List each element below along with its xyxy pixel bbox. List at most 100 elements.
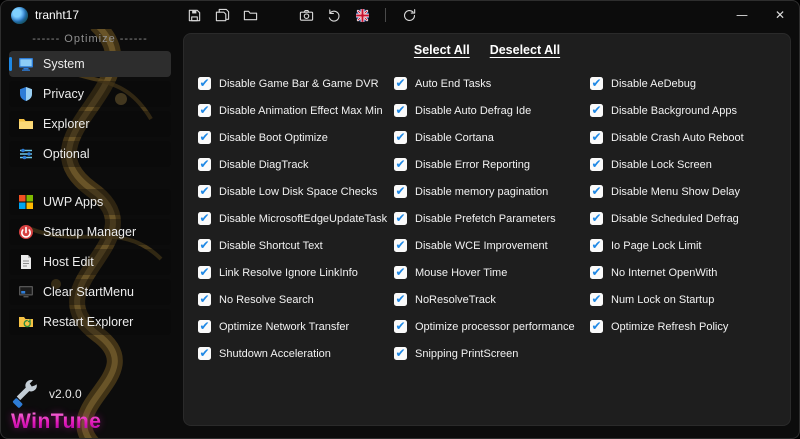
sidebar-item-explorer[interactable]: Explorer xyxy=(9,111,171,137)
checkbox-checked-icon[interactable]: ✔ xyxy=(590,320,603,333)
tweak-item[interactable]: ✔ Num Lock on Startup xyxy=(590,293,790,306)
checkbox-checked-icon[interactable]: ✔ xyxy=(198,77,211,90)
tweak-item[interactable]: ✔ Optimize processor performance xyxy=(394,320,590,333)
tweak-item[interactable]: ✔ Disable DiagTrack xyxy=(198,158,394,171)
tweak-item[interactable]: ✔ Disable Auto Defrag Ide xyxy=(394,104,590,117)
sidebar-item-startup-manager[interactable]: Startup Manager xyxy=(9,219,171,245)
checkbox-checked-icon[interactable]: ✔ xyxy=(394,131,407,144)
sidebar-item-host-edit[interactable]: Host Edit xyxy=(9,249,171,275)
checkbox-checked-icon[interactable]: ✔ xyxy=(394,266,407,279)
tweak-item[interactable]: ✔ Disable Error Reporting xyxy=(394,158,590,171)
startup-icon xyxy=(18,224,34,240)
deselect-all-link[interactable]: Deselect All xyxy=(490,43,560,57)
tweak-item[interactable]: ✔ Auto End Tasks xyxy=(394,77,590,90)
minimize-button[interactable]: — xyxy=(723,1,761,29)
tweak-item[interactable]: ✔ Disable memory pagination xyxy=(394,185,590,198)
tools-icon xyxy=(11,379,41,409)
tweak-label: Disable Crash Auto Reboot xyxy=(611,131,744,144)
checkbox-checked-icon[interactable]: ✔ xyxy=(590,131,603,144)
tweak-item[interactable]: ✔ Disable Low Disk Space Checks xyxy=(198,185,394,198)
sidebar-item-clear-startmenu[interactable]: Clear StartMenu xyxy=(9,279,171,305)
tweak-item[interactable]: ✔ Mouse Hover Time xyxy=(394,266,590,279)
checkbox-checked-icon[interactable]: ✔ xyxy=(590,77,603,90)
tweak-item[interactable]: ✔ Disable Crash Auto Reboot xyxy=(590,131,790,144)
tweak-item[interactable]: ✔ Shutdown Acceleration xyxy=(198,347,394,360)
tweak-item[interactable]: ✔ Disable Game Bar & Game DVR xyxy=(198,77,394,90)
save-all-icon[interactable] xyxy=(211,4,233,26)
checkbox-checked-icon[interactable]: ✔ xyxy=(198,320,211,333)
tweak-item[interactable]: ✔ Link Resolve Ignore LinkInfo xyxy=(198,266,394,279)
startmenu-icon xyxy=(18,284,34,300)
username: tranht17 xyxy=(35,8,80,22)
toolbar xyxy=(183,4,420,26)
save-icon[interactable] xyxy=(183,4,205,26)
checkbox-checked-icon[interactable]: ✔ xyxy=(590,212,603,225)
refresh-icon[interactable] xyxy=(398,4,420,26)
checkbox-checked-icon[interactable]: ✔ xyxy=(394,77,407,90)
sidebar-item-privacy[interactable]: Privacy xyxy=(9,81,171,107)
checkbox-checked-icon[interactable]: ✔ xyxy=(394,185,407,198)
checkbox-checked-icon[interactable]: ✔ xyxy=(590,293,603,306)
sidebar-item-uwp-apps[interactable]: UWP Apps xyxy=(9,189,171,215)
tweak-item[interactable]: ✔ Disable Background Apps xyxy=(590,104,790,117)
checkbox-checked-icon[interactable]: ✔ xyxy=(198,185,211,198)
checkbox-checked-icon[interactable]: ✔ xyxy=(198,293,211,306)
tweak-label: Disable Shortcut Text xyxy=(219,239,323,252)
tweak-item[interactable]: ✔ Disable Shortcut Text xyxy=(198,239,394,252)
tweak-item[interactable]: ✔ Disable Scheduled Defrag xyxy=(590,212,790,225)
app-window: tranht17 — ✕ ------ Optimize ------ Syst… xyxy=(0,0,800,439)
tweak-item[interactable]: ✔ Disable AeDebug xyxy=(590,77,790,90)
checkbox-checked-icon[interactable]: ✔ xyxy=(198,212,211,225)
tweak-item[interactable]: ✔ Disable Boot Optimize xyxy=(198,131,394,144)
sidebar-item-optional[interactable]: Optional xyxy=(9,141,171,167)
checkbox-checked-icon[interactable]: ✔ xyxy=(590,239,603,252)
undo-icon[interactable] xyxy=(323,4,345,26)
user-profile[interactable]: tranht17 xyxy=(1,6,177,24)
checkbox-checked-icon[interactable]: ✔ xyxy=(394,239,407,252)
tweak-item[interactable]: ✔ No Internet OpenWith xyxy=(590,266,790,279)
tweak-label: Disable Auto Defrag Ide xyxy=(415,104,532,117)
tweak-item[interactable]: ✔ No Resolve Search xyxy=(198,293,394,306)
tweak-item[interactable]: ✔ Io Page Lock Limit xyxy=(590,239,790,252)
checkbox-checked-icon[interactable]: ✔ xyxy=(394,212,407,225)
tweak-label: Disable Animation Effect Max Min xyxy=(219,104,383,117)
checkbox-checked-icon[interactable]: ✔ xyxy=(198,266,211,279)
tweak-item[interactable]: ✔ Optimize Refresh Policy xyxy=(590,320,790,333)
tweak-item[interactable]: ✔ Disable Prefetch Parameters xyxy=(394,212,590,225)
tweak-item[interactable]: ✔ Disable MicrosoftEdgeUpdateTask xyxy=(198,212,394,225)
checkbox-checked-icon[interactable]: ✔ xyxy=(198,104,211,117)
folder-open-icon[interactable] xyxy=(239,4,261,26)
uk-flag-icon[interactable] xyxy=(351,4,373,26)
camera-icon[interactable] xyxy=(295,4,317,26)
tweak-item[interactable]: ✔ Disable Menu Show Delay xyxy=(590,185,790,198)
version-label: v2.0.0 xyxy=(49,387,82,401)
checkbox-checked-icon[interactable]: ✔ xyxy=(394,158,407,171)
tweak-item[interactable]: ✔ Disable Animation Effect Max Min xyxy=(198,104,394,117)
sidebar-item-label: System xyxy=(43,57,85,71)
select-all-link[interactable]: Select All xyxy=(414,43,470,57)
checkbox-checked-icon[interactable]: ✔ xyxy=(394,320,407,333)
checkbox-checked-icon[interactable]: ✔ xyxy=(590,104,603,117)
tweak-item[interactable]: ✔ Disable Cortana xyxy=(394,131,590,144)
checkbox-checked-icon[interactable]: ✔ xyxy=(198,347,211,360)
tweak-item[interactable]: ✔ Snipping PrintScreen xyxy=(394,347,590,360)
checkbox-checked-icon[interactable]: ✔ xyxy=(590,185,603,198)
checkbox-checked-icon[interactable]: ✔ xyxy=(198,158,211,171)
tweak-item[interactable]: ✔ Disable WCE Improvement xyxy=(394,239,590,252)
tweak-item[interactable]: ✔ NoResolveTrack xyxy=(394,293,590,306)
checkbox-checked-icon[interactable]: ✔ xyxy=(590,266,603,279)
sidebar-item-system[interactable]: System xyxy=(9,51,171,77)
checkbox-checked-icon[interactable]: ✔ xyxy=(198,239,211,252)
close-button[interactable]: ✕ xyxy=(761,1,799,29)
optimize-section-label: ------ Optimize ------ xyxy=(32,33,148,45)
wintune-logo: WinTune xyxy=(11,410,102,433)
checkbox-checked-icon[interactable]: ✔ xyxy=(394,347,407,360)
checkbox-checked-icon[interactable]: ✔ xyxy=(394,104,407,117)
checkbox-checked-icon[interactable]: ✔ xyxy=(590,158,603,171)
tweak-label: Optimize Network Transfer xyxy=(219,320,350,333)
tweak-item[interactable]: ✔ Disable Lock Screen xyxy=(590,158,790,171)
checkbox-checked-icon[interactable]: ✔ xyxy=(394,293,407,306)
checkbox-checked-icon[interactable]: ✔ xyxy=(198,131,211,144)
sidebar-item-restart-explorer[interactable]: Restart Explorer xyxy=(9,309,171,335)
tweak-item[interactable]: ✔ Optimize Network Transfer xyxy=(198,320,394,333)
